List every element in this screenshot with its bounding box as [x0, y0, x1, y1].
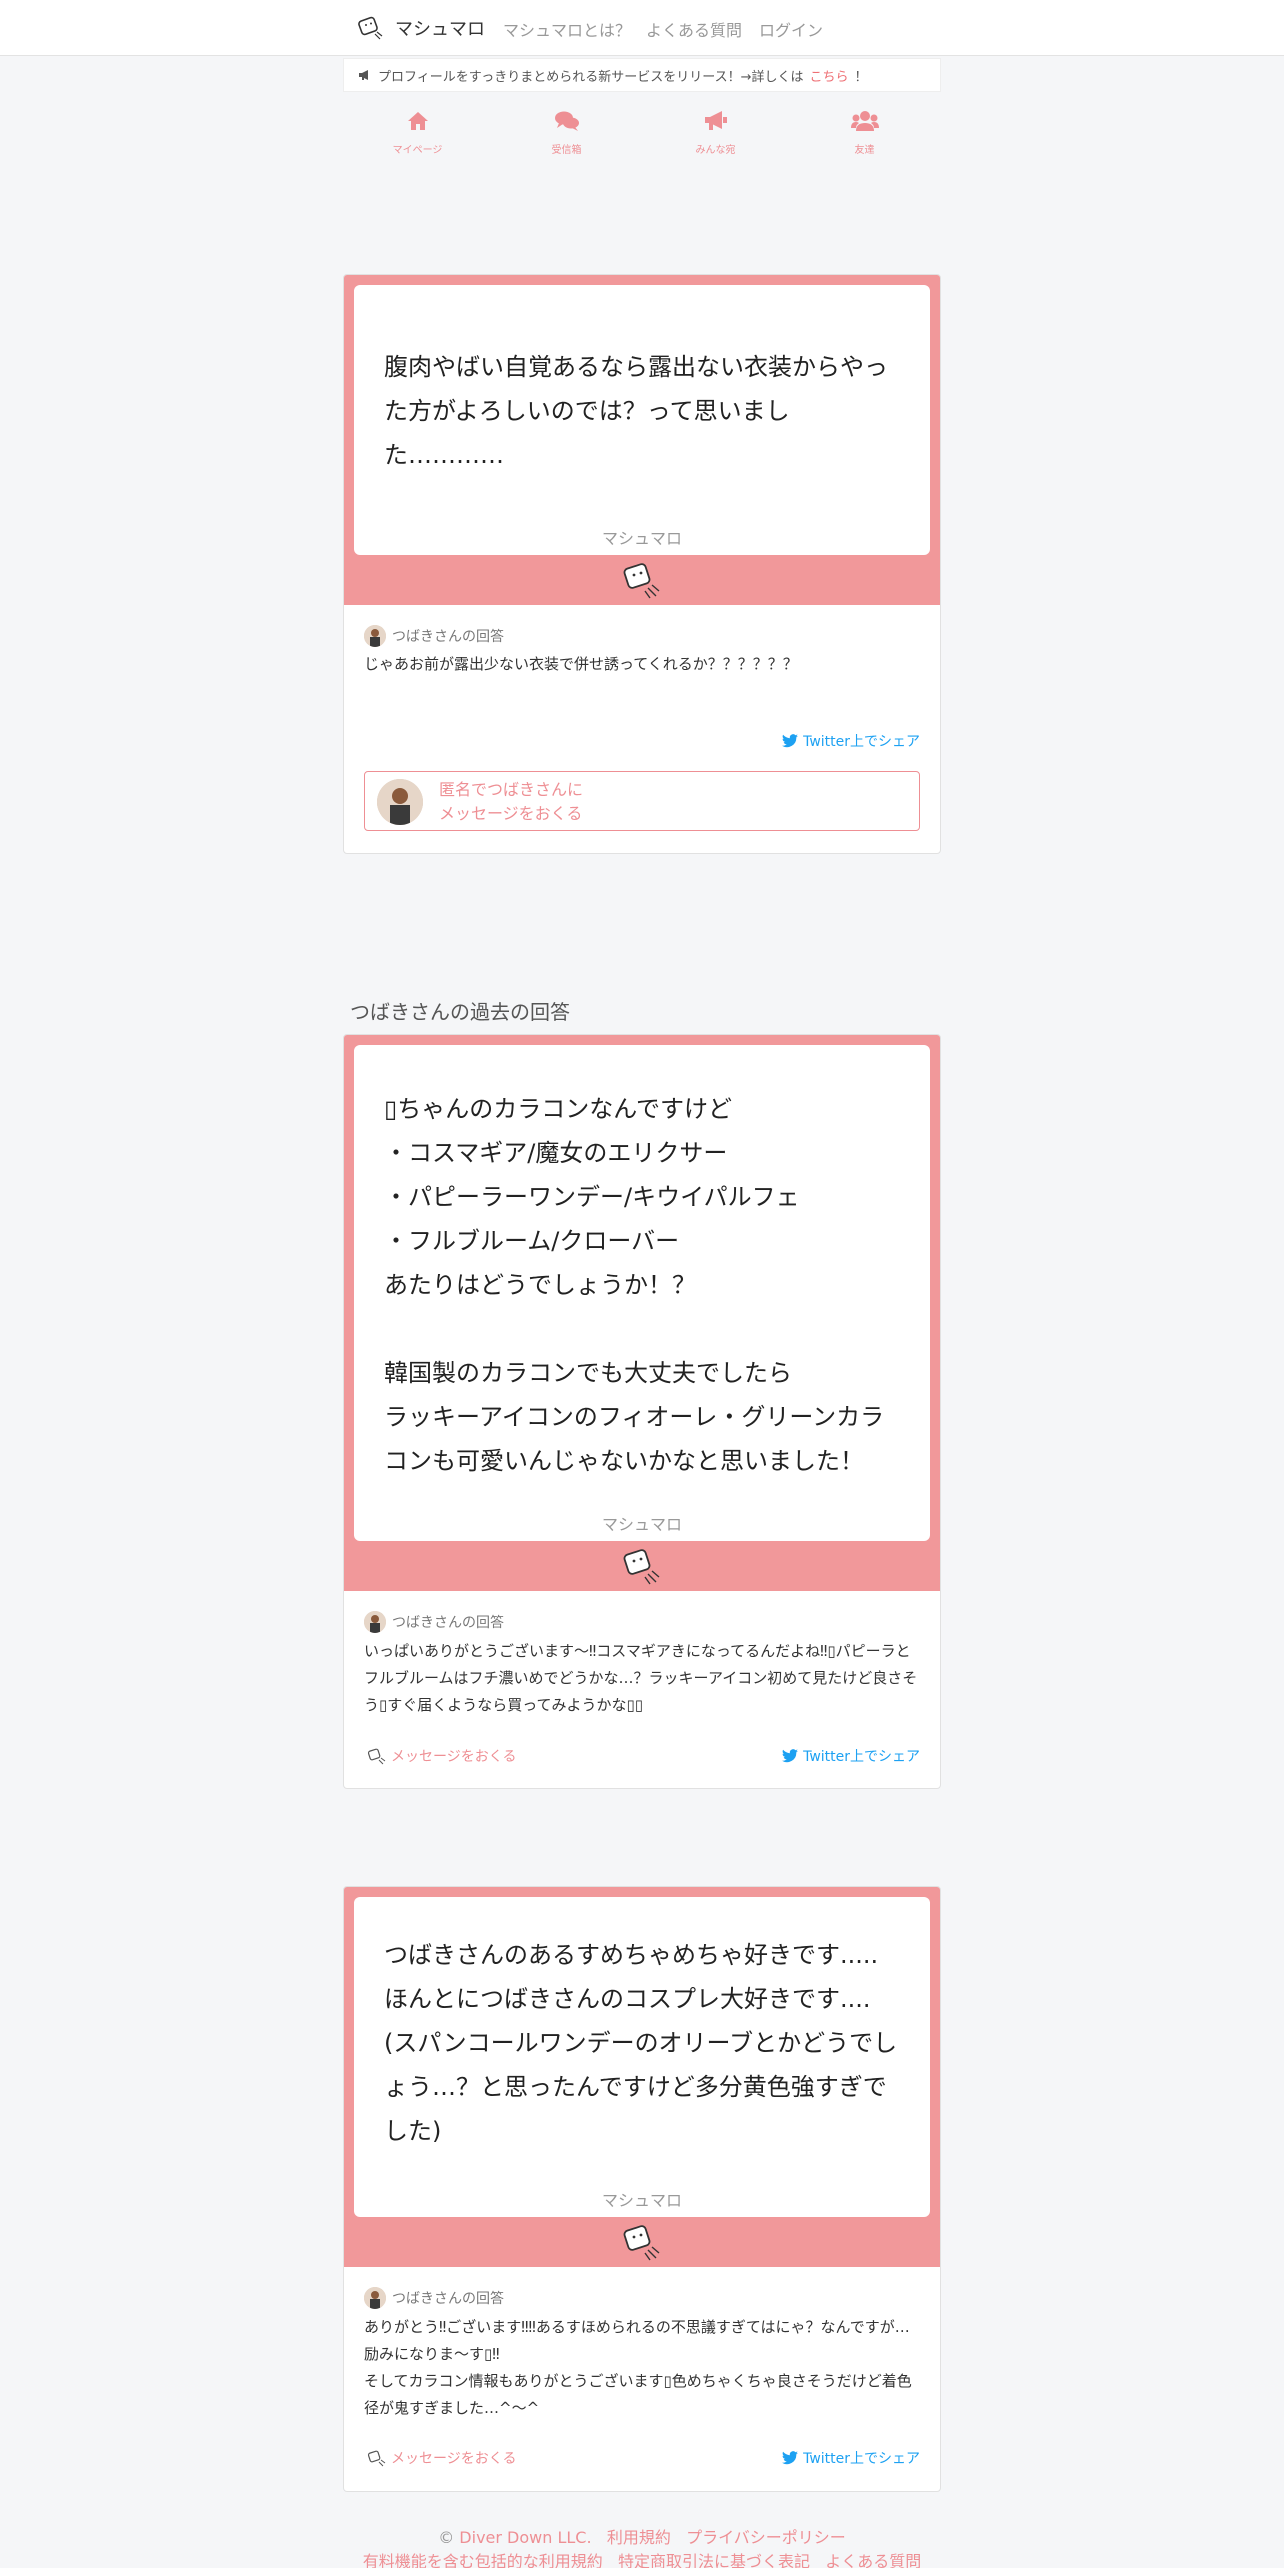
- marshmallow-mascot-icon: [623, 563, 660, 599]
- footer-commerce-link[interactable]: 特定商取引法に基づく表記: [618, 2552, 810, 2568]
- message-text: ▯ちゃんのカラコンなんですけど ・コスマギア/魔女のエリクサー ・パピーラーワン…: [384, 1095, 885, 1475]
- past-answers-title: つばきさんの過去の回答: [350, 1000, 570, 1024]
- twitter-icon: [782, 2451, 799, 2465]
- message-inner: ▯ちゃんのカラコンなんですけど ・コスマギア/魔女のエリクサー ・パピーラーワン…: [354, 1045, 930, 1541]
- message-frame: 腹肉やばい自覚あるなら露出ない衣装からやった方がよろしいのでは？って思いました……: [344, 275, 940, 605]
- marshmallow-mascot-icon: [623, 2225, 660, 2261]
- twitter-icon: [782, 1749, 799, 1763]
- footer-copyright: ©: [438, 2528, 455, 2547]
- twitter-share-label: Twitter上でシェア: [803, 2451, 920, 2467]
- message-text: つばきさんのあるすめちゃめちゃ好きです.....ほんとにつばきさんのコスプレ大好…: [384, 1941, 898, 2145]
- tab-friends[interactable]: 友達: [790, 110, 939, 157]
- avatar: [364, 2287, 386, 2309]
- brand-text: マシュマロ: [395, 19, 485, 40]
- footer-line-2: 有料機能を含む包括的な利用規約 特定商取引法に基づく表記 よくある質問: [0, 2548, 1284, 2568]
- footer-line-1: © Diver Down LLC. 利用規約 プライバシーポリシー: [0, 2524, 1284, 2548]
- past-answer-card: ▯ちゃんのカラコンなんですけど ・コスマギア/魔女のエリクサー ・パピーラーワン…: [343, 1034, 941, 1789]
- answer-label: つばきさんの回答: [392, 1615, 504, 1631]
- marshmallow-small-icon: [367, 2450, 386, 2467]
- users-icon: [850, 111, 879, 131]
- announcement-text: プロフィールをすっきりまとめられる新サービスをリリース！→詳しくは: [378, 69, 804, 85]
- answer-label: つばきさんの回答: [392, 2291, 504, 2307]
- message-text: 腹肉やばい自覚あるなら露出ない衣装からやった方がよろしいのでは？って思いました……: [384, 353, 888, 469]
- send-message-label: メッセージをおくる: [391, 1749, 517, 1765]
- comments-icon: [554, 111, 579, 131]
- nav-login-link[interactable]: ログイン: [759, 17, 823, 41]
- mascot-strip: [354, 555, 930, 605]
- tab-everyone[interactable]: みんな宛: [641, 110, 790, 157]
- anonymous-message-button[interactable]: 匿名でつばきさんに メッセージをおくる: [364, 771, 920, 831]
- message-brand: マシュマロ: [601, 529, 682, 548]
- tab-inbox[interactable]: 受信箱: [492, 110, 641, 157]
- marshmallow-mascot-icon: [623, 1549, 660, 1585]
- announcement-bar: プロフィールをすっきりまとめられる新サービスをリリース！→詳しくは こちら ！: [343, 58, 941, 92]
- top-navbar: マシュマロ マシュマロとは？ よくある質問 ログイン: [0, 0, 1284, 56]
- twitter-share-label: Twitter上でシェア: [803, 1749, 920, 1765]
- avatar: [364, 625, 386, 647]
- answer-header: つばきさんの回答: [364, 625, 504, 647]
- avatar: [364, 1611, 386, 1633]
- message-inner: つばきさんのあるすめちゃめちゃ好きです.....ほんとにつばきさんのコスプレ大好…: [354, 1897, 930, 2217]
- answer-label: つばきさんの回答: [392, 629, 504, 645]
- footer-terms-link[interactable]: 利用規約: [607, 2528, 671, 2547]
- tab-everyone-label: みんな宛: [695, 145, 736, 156]
- message-frame: つばきさんのあるすめちゃめちゃ好きです.....ほんとにつばきさんのコスプレ大好…: [344, 1887, 940, 2267]
- send-message-label: メッセージをおくる: [391, 2451, 517, 2467]
- twitter-share-link[interactable]: Twitter上でシェア: [782, 1746, 920, 1766]
- message-frame: ▯ちゃんのカラコンなんですけど ・コスマギア/魔女のエリクサー ・パピーラーワン…: [344, 1035, 940, 1591]
- tab-friends-label: 友達: [854, 145, 875, 156]
- past-answer-card: つばきさんのあるすめちゃめちゃ好きです.....ほんとにつばきさんのコスプレ大好…: [343, 1886, 941, 2492]
- tab-mypage[interactable]: マイページ: [343, 110, 492, 157]
- bullhorn-icon: [704, 111, 727, 130]
- twitter-share-label: Twitter上でシェア: [803, 734, 920, 750]
- footer-privacy-link[interactable]: プライバシーポリシー: [686, 2528, 846, 2547]
- message-brand: マシュマロ: [601, 2191, 682, 2210]
- twitter-icon: [782, 734, 799, 748]
- nav-about-link[interactable]: マシュマロとは？: [503, 17, 631, 41]
- marshmallow-logo-icon: [358, 16, 383, 40]
- message-brand: マシュマロ: [601, 1515, 682, 1534]
- mascot-strip: [354, 1541, 930, 1591]
- footer-company-link[interactable]: Diver Down LLC.: [459, 2528, 591, 2547]
- tab-inbox-label: 受信箱: [551, 145, 582, 156]
- brand-link[interactable]: マシュマロ: [355, 12, 485, 44]
- tab-mypage-label: マイページ: [392, 145, 443, 156]
- answer-header: つばきさんの回答: [364, 2287, 504, 2309]
- twitter-share-link[interactable]: Twitter上でシェア: [782, 2448, 920, 2468]
- send-message-link[interactable]: メッセージをおくる: [366, 2448, 516, 2468]
- answer-text: いっぱいありがとうございます〜‼コスマギアきになってるんだよね‼▯パピーラとフル…: [364, 1642, 918, 1714]
- megaphone-icon: [359, 70, 368, 80]
- anonymous-message-line2: メッセージをおくる: [439, 804, 583, 823]
- footer-paid-terms-link[interactable]: 有料機能を含む包括的な利用規約: [363, 2552, 603, 2568]
- tab-bar: マイページ 受信箱 みんな宛 友達: [343, 110, 941, 170]
- announcement-suffix: ！: [854, 69, 868, 85]
- answer-text: ありがとう‼ございます‼‼あるすほめられるの不思議すぎてはにゃ？なんですが…励み…: [364, 2318, 912, 2417]
- anonymous-message-text: 匿名でつばきさんに メッセージをおくる: [439, 778, 583, 826]
- send-message-link[interactable]: メッセージをおくる: [366, 1746, 516, 1766]
- nav-faq-link[interactable]: よくある質問: [646, 17, 742, 41]
- mascot-strip: [354, 2217, 930, 2267]
- home-icon: [407, 112, 428, 130]
- anonymous-message-line1: 匿名でつばきさんに: [439, 780, 584, 799]
- main-message-card: 腹肉やばい自覚あるなら露出ない衣装からやった方がよろしいのでは？って思いました……: [343, 274, 941, 854]
- message-inner: 腹肉やばい自覚あるなら露出ない衣装からやった方がよろしいのでは？って思いました……: [354, 285, 930, 555]
- avatar: [377, 779, 423, 825]
- announcement-link[interactable]: こちら: [809, 66, 848, 85]
- footer-faq-link[interactable]: よくある質問: [825, 2552, 921, 2568]
- answer-text: じゃあお前が露出少ない衣装で併せ誘ってくれるか？？？？？？: [364, 655, 798, 673]
- answer-header: つばきさんの回答: [364, 1611, 504, 1633]
- twitter-share-link[interactable]: Twitter上でシェア: [782, 731, 920, 751]
- marshmallow-small-icon: [367, 1748, 386, 1765]
